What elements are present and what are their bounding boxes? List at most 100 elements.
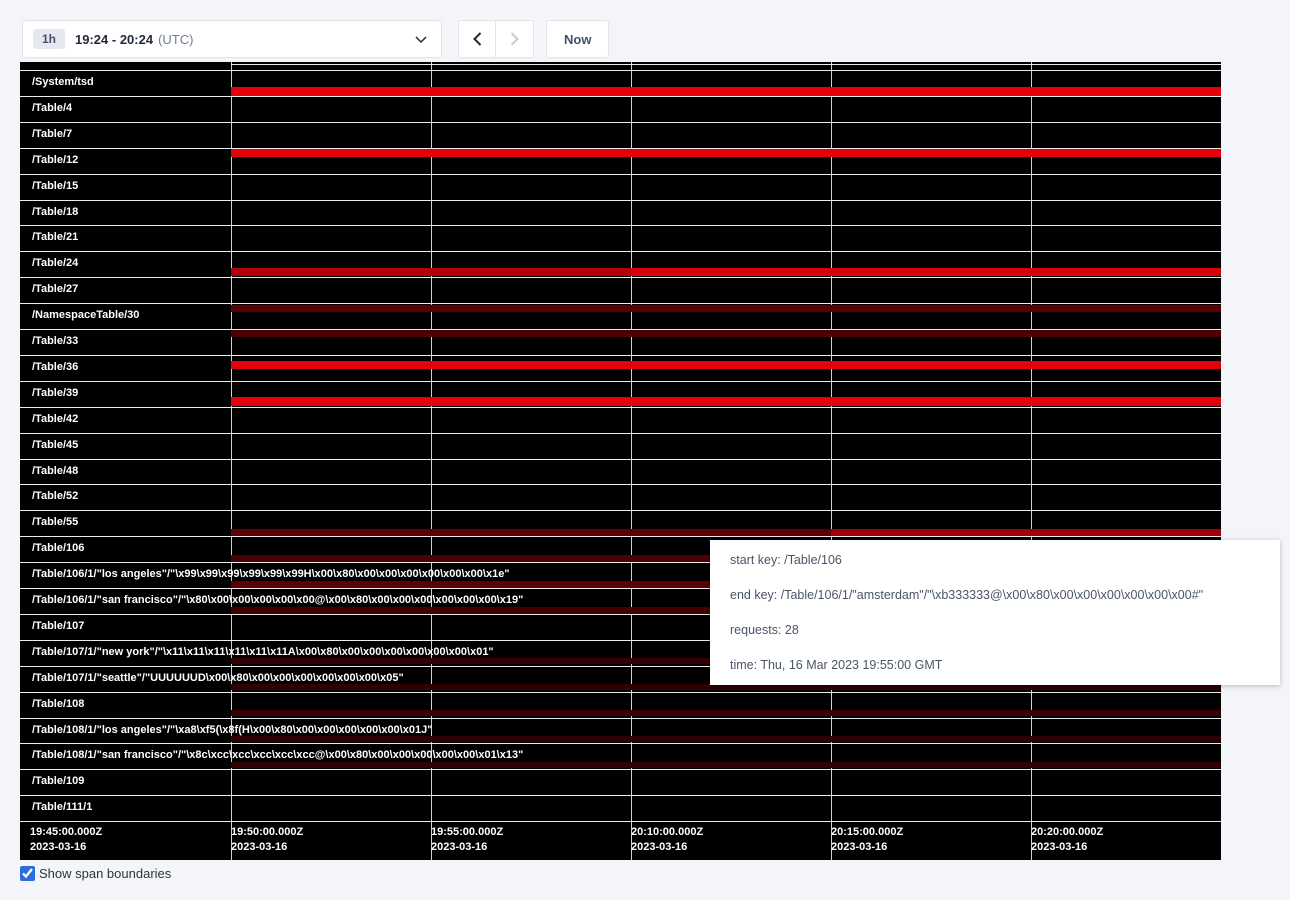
x-axis-label: 19:45:00.000Z2023-03-16: [30, 825, 102, 855]
time-range-dropdown[interactable]: 1h 19:24 - 20:24 (UTC): [22, 20, 442, 58]
heat-band: [631, 268, 1221, 276]
span-boundary-line: [20, 225, 1221, 226]
row-label: /Table/48: [32, 465, 78, 478]
x-axis-date: 2023-03-16: [631, 840, 703, 855]
span-boundary-line: [20, 536, 1221, 537]
row-label: /Table/42: [32, 413, 78, 426]
span-boundary-line: [20, 381, 1221, 382]
span-boundary-line: [20, 484, 1221, 485]
chevron-down-icon: [415, 36, 427, 43]
x-axis-time: 19:45:00.000Z: [30, 825, 102, 840]
now-button[interactable]: Now: [546, 20, 609, 58]
span-boundary-line: [20, 277, 1221, 278]
row-label: /Table/107: [32, 620, 84, 633]
x-axis-time: 20:10:00.000Z: [631, 825, 703, 840]
duration-badge: 1h: [33, 29, 65, 49]
tooltip-end-key: end key: /Table/106/1/"amsterdam"/"\xb33…: [730, 588, 1260, 602]
row-label: /Table/111/1: [32, 801, 92, 814]
row-label: /Table/24: [32, 257, 78, 270]
span-boundary-line: [20, 200, 1221, 201]
x-axis-time: 20:15:00.000Z: [831, 825, 903, 840]
row-label: /Table/109: [32, 775, 84, 788]
row-label: /Table/15: [32, 180, 78, 193]
heat-band: [231, 268, 631, 276]
x-axis-time: 19:50:00.000Z: [231, 825, 303, 840]
row-label: /Table/52: [32, 490, 78, 503]
row-label: /Table/45: [32, 439, 78, 452]
x-axis-date: 2023-03-16: [831, 840, 903, 855]
row-label: /Table/12: [32, 154, 78, 167]
heat-band: [231, 710, 1221, 716]
span-boundary-line: [20, 96, 1221, 97]
span-boundary-line: [20, 70, 1221, 71]
row-label: /Table/27: [32, 283, 78, 296]
heat-band: [231, 397, 1221, 406]
span-boundary-line: [20, 718, 1221, 719]
row-label: /Table/107/1/"seattle"/"UUUUUUD\x00\x80\…: [32, 672, 404, 685]
timezone-text: (UTC): [158, 32, 193, 47]
span-boundary-line: [20, 769, 1221, 770]
heat-band: [231, 87, 1221, 96]
row-label: /NamespaceTable/30: [32, 309, 139, 322]
x-axis-label: 19:50:00.000Z2023-03-16: [231, 825, 303, 855]
span-boundary-line: [20, 743, 1221, 744]
x-axis-time: 20:20:00.000Z: [1031, 825, 1103, 840]
span-boundary-line: [20, 433, 1221, 434]
row-label: /Table/33: [32, 335, 78, 348]
row-label: /Table/36: [32, 361, 78, 374]
span-boundary-line: [20, 174, 1221, 175]
x-axis-date: 2023-03-16: [231, 840, 303, 855]
row-label: /Table/39: [32, 387, 78, 400]
time-nav-group: [458, 20, 534, 58]
span-boundary-line: [20, 148, 1221, 149]
row-label: /Table/106/1/"san francisco"/"\x80\x00\x…: [32, 594, 523, 607]
toolbar: 1h 19:24 - 20:24 (UTC) Now: [22, 20, 609, 58]
span-boundary-line: [20, 692, 1221, 693]
footer: Show span boundaries: [20, 866, 171, 881]
x-axis-date: 2023-03-16: [1031, 840, 1103, 855]
keyvis-canvas[interactable]: /System/tsd/Table/4/Table/7/Table/12/Tab…: [20, 62, 1221, 860]
heat-band: [231, 149, 1221, 157]
row-label: /Table/108/1/"san francisco"/"\x8c\xcc\x…: [32, 749, 523, 762]
span-boundary-line: [20, 355, 1221, 356]
show-span-boundaries-checkbox[interactable]: [20, 866, 35, 881]
show-span-boundaries-label: Show span boundaries: [39, 866, 171, 881]
x-axis-label: 20:20:00.000Z2023-03-16: [1031, 825, 1103, 855]
heat-band: [231, 330, 1221, 337]
x-axis-label: 20:10:00.000Z2023-03-16: [631, 825, 703, 855]
row-label: /Table/106: [32, 542, 84, 555]
x-axis-time: 19:55:00.000Z: [431, 825, 503, 840]
heat-band: [231, 762, 1221, 768]
heat-band: [231, 736, 1221, 742]
row-label: /Table/21: [32, 231, 78, 244]
time-range-text: 19:24 - 20:24: [75, 32, 153, 47]
span-boundary-line: [231, 64, 1221, 65]
span-boundary-line: [20, 795, 1221, 796]
span-boundary-line: [20, 329, 1221, 330]
row-label: /Table/108: [32, 698, 84, 711]
row-label: /Table/108/1/"los angeles"/"\xa8\xf5(\x8…: [32, 724, 432, 737]
row-label: /Table/55: [32, 516, 78, 529]
row-label: /Table/4: [32, 102, 72, 115]
span-boundary-line: [20, 510, 1221, 511]
heat-band: [231, 305, 1221, 312]
span-boundary-line: [20, 122, 1221, 123]
tooltip-requests: requests: 28: [730, 623, 1260, 637]
heat-band: [231, 361, 1221, 369]
x-axis-date: 2023-03-16: [431, 840, 503, 855]
row-label: /Table/18: [32, 206, 78, 219]
row-label: /Table/107/1/"new york"/"\x11\x11\x11\x1…: [32, 646, 494, 659]
x-axis-date: 2023-03-16: [30, 840, 102, 855]
tooltip-start-key: start key: /Table/106: [730, 553, 1260, 567]
row-label: /Table/106/1/"los angeles"/"\x99\x99\x99…: [32, 568, 510, 581]
x-axis-label: 20:15:00.000Z2023-03-16: [831, 825, 903, 855]
span-boundary-line: [20, 407, 1221, 408]
chevron-left-icon: [473, 32, 482, 46]
prev-time-button[interactable]: [458, 20, 496, 58]
row-label: /System/tsd: [32, 76, 94, 89]
next-time-button[interactable]: [496, 20, 534, 58]
row-label: /Table/7: [32, 128, 72, 141]
span-boundary-line: [20, 821, 1221, 822]
span-boundary-line: [20, 251, 1221, 252]
chevron-right-icon: [510, 32, 519, 46]
